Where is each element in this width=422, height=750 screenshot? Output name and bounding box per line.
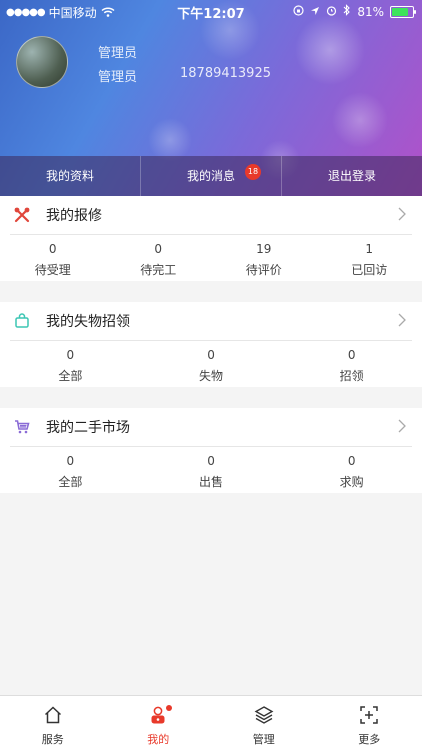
location-icon	[310, 5, 320, 19]
chevron-right-icon	[398, 206, 406, 225]
stat-value: 0	[66, 348, 75, 362]
stat-label: 已回访	[351, 263, 388, 277]
my-messages-button[interactable]: 我的消息 18	[141, 156, 282, 196]
tab-mine[interactable]: 我的	[106, 696, 212, 750]
stat-label: 全部	[58, 475, 83, 489]
stat-label: 出售	[199, 475, 224, 489]
notification-dot	[165, 705, 172, 711]
chevron-right-icon	[398, 418, 406, 437]
repair-stat-pending[interactable]: 0 待受理	[0, 235, 106, 281]
user-name: 管理员	[98, 70, 138, 85]
tab-service[interactable]: 服务	[0, 696, 106, 750]
my-profile-button[interactable]: 我的资料	[0, 156, 141, 196]
market-stat-buy[interactable]: 0 求购	[281, 447, 422, 493]
stat-label: 求购	[339, 475, 364, 489]
avatar[interactable]	[16, 36, 68, 88]
layers-icon	[254, 705, 274, 728]
stat-label: 招领	[339, 369, 364, 383]
repair-title: 我的报修	[46, 208, 102, 224]
user-phone: 18789413925	[180, 66, 271, 81]
repair-stat-to-review[interactable]: 19 待评价	[211, 235, 317, 281]
status-bar: ●●●●● 中国移动 下午12:07 81%	[0, 0, 422, 22]
stat-value: 0	[154, 242, 163, 256]
stat-label: 失物	[199, 369, 224, 383]
market-header[interactable]: 我的二手市场	[10, 408, 412, 447]
my-messages-label: 我的消息	[186, 169, 235, 183]
tab-more[interactable]: 更多	[317, 696, 422, 750]
tab-manage[interactable]: 管理	[211, 696, 317, 750]
bluetooth-icon	[343, 4, 351, 19]
lost-found-title: 我的失物招领	[46, 314, 130, 330]
repair-stat-in-progress[interactable]: 0 待完工	[106, 235, 212, 281]
home-icon	[43, 705, 63, 728]
tab-label: 管理	[252, 733, 275, 746]
lost-found-stat-lost[interactable]: 0 失物	[141, 341, 282, 387]
tools-icon	[14, 207, 30, 223]
profile-header: ●●●●● 中国移动 下午12:07 81% 管理员 管理员 187894139…	[0, 0, 422, 196]
stat-label: 待受理	[34, 263, 71, 277]
bottom-tab-bar: 服务 我的 管理 更多	[0, 695, 422, 750]
lost-found-section: 我的失物招领 0 全部 0 失物 0 招领	[0, 302, 422, 387]
market-stat-all[interactable]: 0 全部	[0, 447, 141, 493]
my-profile-label: 我的资料	[45, 169, 94, 183]
scan-plus-icon	[359, 705, 379, 728]
stat-value: 0	[207, 348, 215, 362]
lost-found-header[interactable]: 我的失物招领	[10, 302, 412, 341]
stat-value: 0	[347, 348, 356, 362]
lost-found-stat-all[interactable]: 0 全部	[0, 341, 141, 387]
stat-value: 0	[207, 454, 215, 468]
orientation-lock-icon	[293, 4, 304, 19]
stat-label: 待评价	[245, 263, 282, 277]
battery-icon	[390, 5, 416, 18]
logout-button[interactable]: 退出登录	[282, 156, 422, 196]
profile-tabs: 我的资料 我的消息 18 退出登录	[0, 156, 422, 196]
tab-label: 更多	[358, 733, 381, 746]
stat-value: 19	[256, 242, 272, 256]
messages-badge: 18	[245, 164, 261, 180]
lost-found-stat-found[interactable]: 0 招领	[281, 341, 422, 387]
stat-value: 0	[347, 454, 356, 468]
user-role: 管理员	[98, 46, 138, 61]
stat-value: 0	[48, 242, 57, 256]
repair-section: 我的报修 0 待受理 0 待完工 19 待评价 1 已回访	[0, 196, 422, 281]
alarm-icon	[326, 5, 337, 19]
cart-icon	[14, 419, 30, 435]
market-section: 我的二手市场 0 全部 0 出售 0 求购	[0, 408, 422, 493]
stat-label: 全部	[58, 369, 83, 383]
market-title: 我的二手市场	[46, 420, 130, 436]
stat-value: 1	[365, 242, 374, 256]
bag-icon	[14, 313, 30, 329]
tab-label: 我的	[147, 733, 170, 746]
repair-stat-visited[interactable]: 1 已回访	[317, 235, 422, 281]
stat-value: 0	[66, 454, 75, 468]
chevron-right-icon	[398, 312, 406, 331]
battery-percent: 81%	[357, 4, 384, 19]
repair-header[interactable]: 我的报修	[10, 196, 412, 235]
logout-label: 退出登录	[327, 169, 376, 183]
market-stat-sell[interactable]: 0 出售	[141, 447, 282, 493]
tab-label: 服务	[41, 733, 64, 746]
stat-label: 待完工	[140, 263, 177, 277]
